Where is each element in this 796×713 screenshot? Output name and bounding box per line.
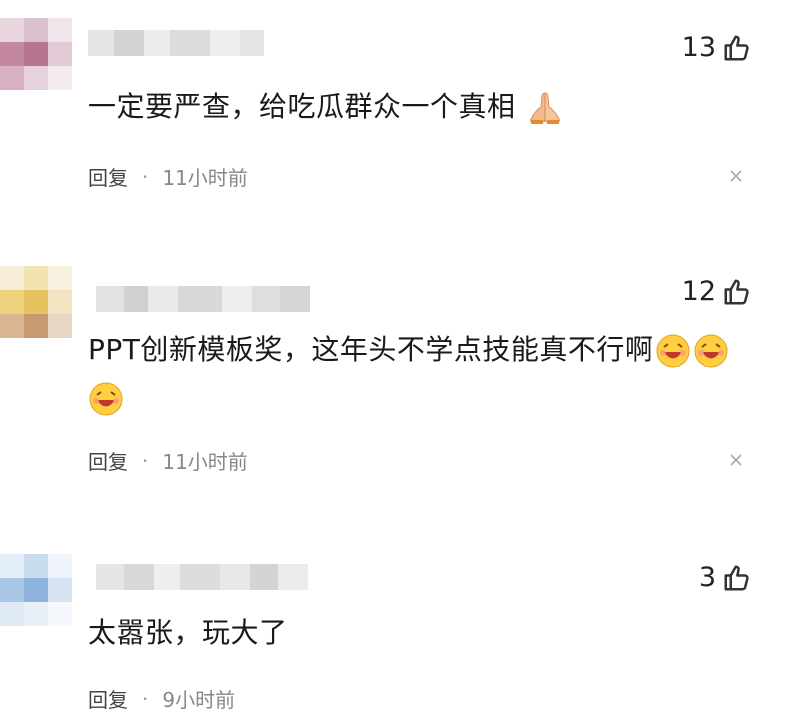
comment-text: 太嚣张，玩大了 <box>88 610 288 656</box>
timestamp: 11小时前 <box>162 450 248 474</box>
like-count-value: 12 <box>681 276 716 307</box>
like-count[interactable]: 3 <box>699 562 752 593</box>
comment-item: 13 一定要严查，给吃瓜群众一个真相 回复 · 11小时前 <box>0 0 796 230</box>
laughing-face-icon <box>89 382 123 416</box>
comment-text: 一定要严查，给吃瓜群众一个真相 <box>88 84 563 130</box>
username-blurred[interactable] <box>96 564 308 590</box>
laughing-face-icon <box>694 334 728 368</box>
like-count[interactable]: 13 <box>682 32 752 63</box>
comment-text: PPT创新模板奖，这年头不学点技能真不行啊 <box>88 326 729 422</box>
avatar[interactable] <box>0 554 72 626</box>
username-blurred[interactable] <box>96 286 310 312</box>
username-blurred[interactable] <box>88 30 264 56</box>
comment-meta: 回复 · 11小时前 <box>88 162 248 191</box>
reply-button[interactable]: 回复 <box>88 446 128 475</box>
thumbs-up-icon[interactable] <box>722 563 752 593</box>
like-count-value: 13 <box>681 32 716 63</box>
comment-text-content: 太嚣张，玩大了 <box>88 616 288 649</box>
reply-button[interactable]: 回复 <box>88 162 128 191</box>
comment-text-content: 一定要严查，给吃瓜群众一个真相 <box>88 90 516 123</box>
thumbs-up-icon[interactable] <box>722 33 752 63</box>
close-icon[interactable] <box>728 452 744 468</box>
timestamp: 11小时前 <box>162 166 248 190</box>
close-icon[interactable] <box>728 168 744 184</box>
pray-hands-icon <box>530 92 560 124</box>
avatar[interactable] <box>0 266 72 338</box>
comment-item: 3 太嚣张，玩大了 回复 · 9小时前 <box>0 540 796 712</box>
avatar[interactable] <box>0 18 72 90</box>
comment-meta: 回复 · 11小时前 <box>88 446 248 475</box>
separator-dot: · <box>142 448 149 473</box>
laughing-face-icon <box>656 334 690 368</box>
separator-dot: · <box>142 164 149 189</box>
comment-text-content: PPT创新模板奖，这年头不学点技能真不行啊 <box>88 333 654 366</box>
like-count[interactable]: 12 <box>682 276 752 307</box>
thumbs-up-icon[interactable] <box>722 277 752 307</box>
like-count-value: 3 <box>698 562 716 593</box>
comment-item: 12 PPT创新模板奖，这年头不学点技能真不行啊 回复 · 11小时前 <box>0 230 796 530</box>
